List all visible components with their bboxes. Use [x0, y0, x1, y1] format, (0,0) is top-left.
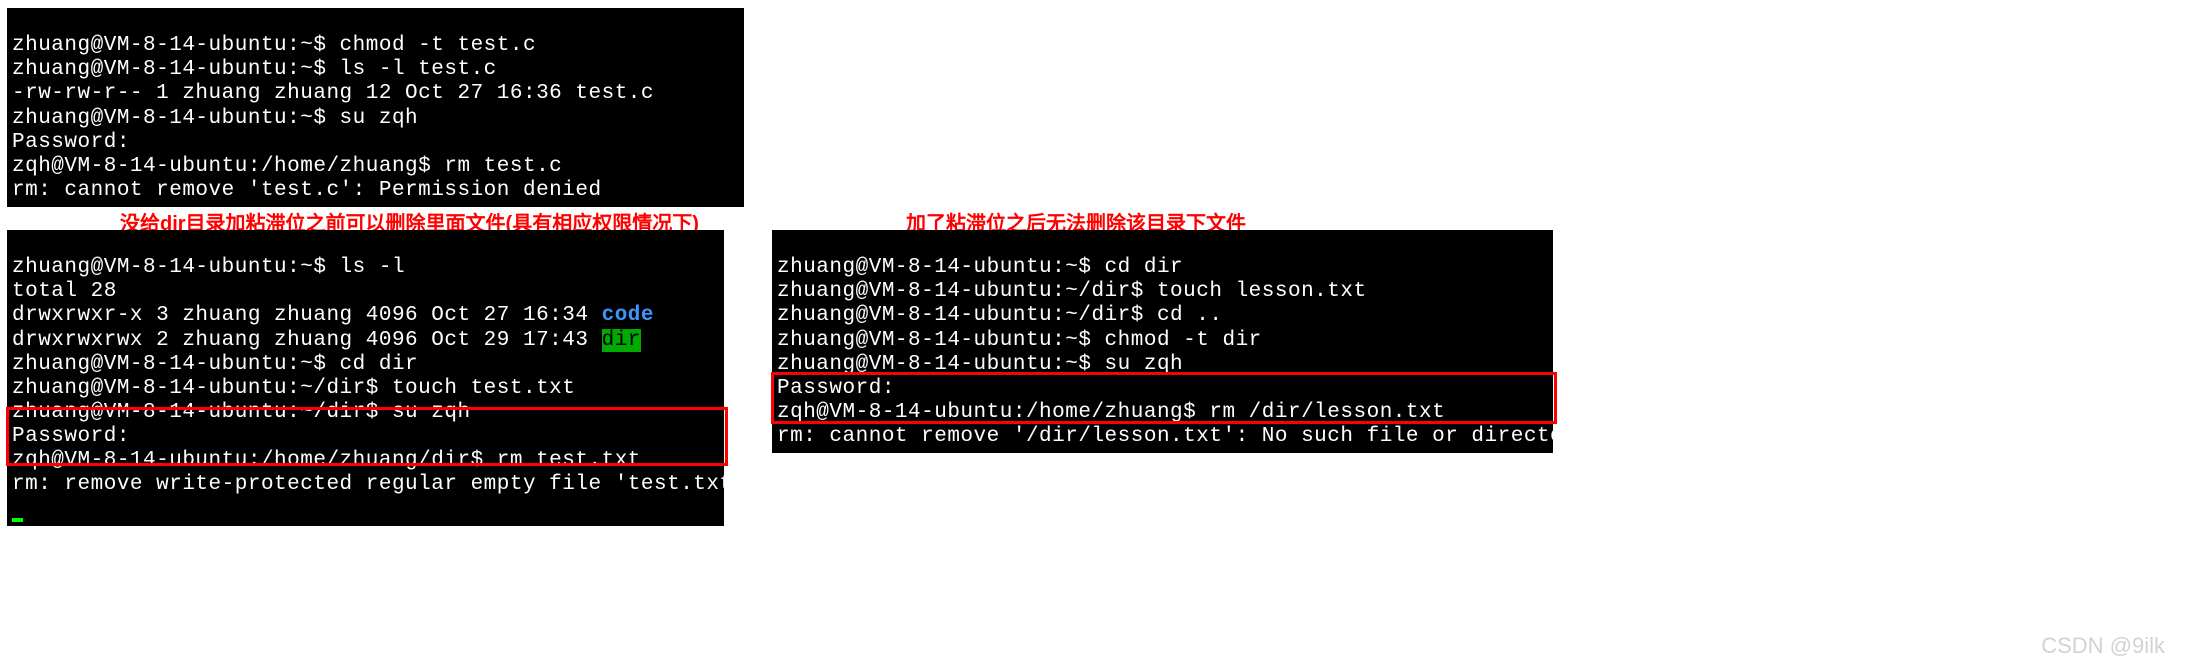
terminal-line: Password: — [12, 425, 130, 448]
terminal-line: zqh@VM-8-14-ubuntu:/home/zhuang$ rm /dir… — [777, 401, 1445, 424]
terminal-line: drwxrwxr-x 3 zhuang zhuang 4096 Oct 27 1… — [12, 304, 654, 327]
terminal-top: zhuang@VM-8-14-ubuntu:~$ chmod -t test.c… — [7, 8, 744, 207]
terminal-line: rm: remove write-protected regular empty… — [12, 473, 785, 496]
terminal-line: zqh@VM-8-14-ubuntu:/home/zhuang/dir$ rm … — [12, 449, 641, 472]
terminal-line: Password: — [12, 131, 130, 154]
terminal-line: total 28 — [12, 280, 117, 303]
directory-code: code — [602, 304, 654, 327]
terminal-line: zhuang@VM-8-14-ubuntu:~$ ls -l — [12, 256, 405, 279]
terminal-line: zhuang@VM-8-14-ubuntu:~$ chmod -t test.c — [12, 34, 536, 57]
terminal-line: zhuang@VM-8-14-ubuntu:~/dir$ cd .. — [777, 304, 1222, 327]
terminal-right: zhuang@VM-8-14-ubuntu:~$ cd dir zhuang@V… — [772, 230, 1553, 453]
terminal-line: zhuang@VM-8-14-ubuntu:~/dir$ touch lesso… — [777, 280, 1367, 303]
terminal-line: Password: — [777, 377, 895, 400]
terminal-line: -rw-rw-r-- 1 zhuang zhuang 12 Oct 27 16:… — [12, 82, 654, 105]
terminal-line: zhuang@VM-8-14-ubuntu:~$ cd dir — [12, 353, 418, 376]
watermark: CSDN @9ilk — [2041, 633, 2165, 659]
terminal-line: drwxrwxrwx 2 zhuang zhuang 4096 Oct 29 1… — [12, 329, 641, 352]
terminal-line: zhuang@VM-8-14-ubuntu:~$ cd dir — [777, 256, 1183, 279]
terminal-line: zhuang@VM-8-14-ubuntu:~$ chmod -t dir — [777, 329, 1262, 352]
terminal-line: zqh@VM-8-14-ubuntu:/home/zhuang$ rm test… — [12, 155, 562, 178]
terminal-line: rm: cannot remove '/dir/lesson.txt': No … — [777, 425, 1589, 448]
terminal-line: zhuang@VM-8-14-ubuntu:~$ ls -l test.c — [12, 58, 497, 81]
cursor-icon — [12, 518, 23, 522]
terminal-line: rm: cannot remove 'test.c': Permission d… — [12, 179, 602, 202]
terminal-line: zhuang@VM-8-14-ubuntu:~/dir$ su zqh — [12, 401, 471, 424]
terminal-line: zhuang@VM-8-14-ubuntu:~$ su zqh — [12, 107, 418, 130]
directory-dir: dir — [602, 329, 641, 352]
terminal-line: zhuang@VM-8-14-ubuntu:~$ su zqh — [777, 353, 1183, 376]
terminal-line: zhuang@VM-8-14-ubuntu:~/dir$ touch test.… — [12, 377, 575, 400]
terminal-left: zhuang@VM-8-14-ubuntu:~$ ls -l total 28 … — [7, 230, 724, 526]
